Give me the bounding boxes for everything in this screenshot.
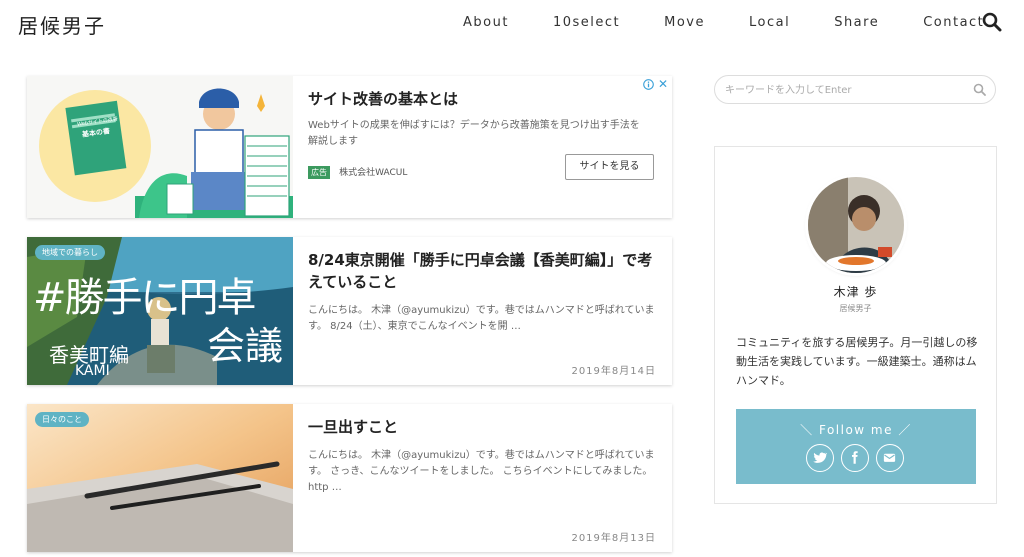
category-badge[interactable]: 日々のこと [35,412,89,427]
profile-name: 木津 歩 [833,285,878,299]
visit-site-button[interactable]: サイトを見る [565,154,654,180]
category-badge[interactable]: 地域での暮らし [35,245,105,260]
profile-bio: コミュニティを旅する居候男子。月一引越しの移動生活を実践しています。一級建築士。… [736,336,978,387]
facebook-button[interactable] [841,444,869,472]
nav-share[interactable]: Share [834,15,879,30]
nav-about[interactable]: About [463,15,509,30]
ad-sponsor: 株式会社WACUL [339,168,408,178]
profile-subtitle: 居候男子 [839,304,872,313]
search-input[interactable] [725,81,965,99]
nav-contact[interactable]: Contact [923,15,984,30]
site-header: 居候男子 About 10select Move Local Share Con… [0,0,1024,48]
post-date: 2019年8月13日 [571,533,656,544]
post-card[interactable]: #勝手に円卓 会議 香美町編 KAMI 地域での暮らし 8/24東京開催「勝手に… [27,237,672,385]
post-title[interactable]: 一旦出すこと [308,416,658,438]
ad-title[interactable]: サイト改善の基本とは [308,88,658,110]
profile-widget: 木津 歩 居候男子 コミュニティを旅する居候男子。月一引越しの移動生活を実践して… [714,146,997,504]
follow-box: ＼ Follow me ／ [736,409,976,484]
close-icon[interactable]: ✕ [658,78,668,90]
main-nav: About 10select Move Local Share Contact [463,15,984,30]
site-title[interactable]: 居候男子 [18,10,106,39]
sidebar-search [714,75,996,104]
post-card[interactable]: 日々のこと 一旦出すこと こんにちは。 木津（@ayumukizu）です。巷では… [27,404,672,552]
facebook-icon [852,451,858,464]
post-date: 2019年8月14日 [571,366,656,377]
twitter-button[interactable] [806,444,834,472]
search-icon[interactable] [982,12,1002,32]
avatar [808,177,904,273]
nav-local[interactable]: Local [749,15,790,30]
ad-image[interactable]: Webサイトの改善 基本の書 [27,76,293,218]
nav-10select[interactable]: 10select [553,15,620,30]
thumbnail-overlay-text: KAMI [75,363,110,379]
thumbnail-overlay-text: 会議 [207,324,284,368]
email-button[interactable] [876,444,904,472]
post-excerpt: こんにちは。 木津（@ayumukizu）です。巷ではムハンマドと呼ばれています… [308,450,655,493]
ad-description: Webサイトの成果を伸ばすには？データから改善施策を見つけ出す手法を解説します [308,120,640,147]
twitter-icon [813,452,827,463]
post-excerpt: こんにちは。 木津（@ayumukizu）です。巷ではムハンマドと呼ばれています… [308,305,655,332]
post-title[interactable]: 8/24東京開催「勝手に円卓会議【香美町編】」で考えていること [308,249,658,293]
follow-title: ＼ Follow me ／ [800,423,912,437]
ad-label: 広告 [308,166,330,179]
search-icon[interactable] [973,83,986,96]
mail-icon [883,453,896,462]
nav-move[interactable]: Move [664,15,705,30]
ad-card[interactable]: Webサイトの改善 基本の書 ✕ サイト改善の基本とは Webサイトの成果を伸ば… [27,76,672,218]
